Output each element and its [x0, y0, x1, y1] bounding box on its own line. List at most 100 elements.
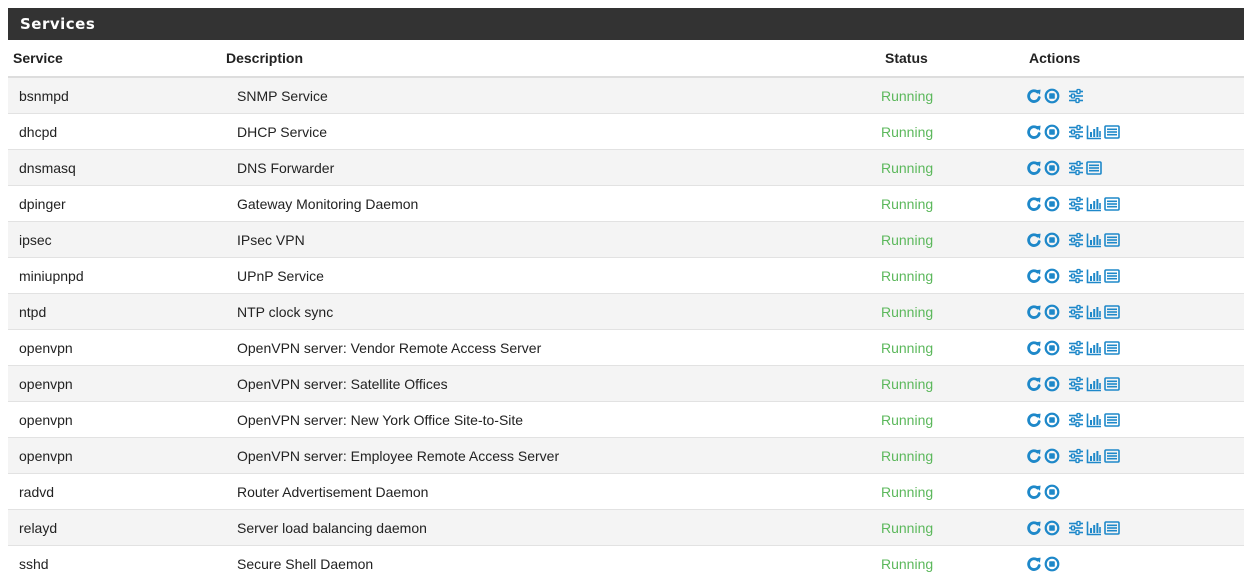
restart-icon[interactable]	[1026, 160, 1042, 176]
status-badge: Running	[880, 546, 1024, 581]
service-name: dpinger	[8, 186, 221, 222]
log-list-icon[interactable]	[1104, 340, 1120, 356]
log-list-icon[interactable]	[1104, 196, 1120, 212]
service-description: Gateway Monitoring Daemon	[221, 186, 880, 222]
stop-icon[interactable]	[1044, 160, 1060, 176]
restart-icon[interactable]	[1026, 124, 1042, 140]
restart-icon[interactable]	[1026, 448, 1042, 464]
stop-icon[interactable]	[1044, 196, 1060, 212]
settings-sliders-icon[interactable]	[1068, 520, 1084, 536]
status-badge: Running	[880, 258, 1024, 294]
table-row: radvd Router Advertisement Daemon Runnin…	[8, 474, 1244, 510]
bar-chart-icon[interactable]	[1086, 268, 1102, 284]
log-list-icon[interactable]	[1104, 124, 1120, 140]
service-description: OpenVPN server: New York Office Site-to-…	[221, 402, 880, 438]
status-badge: Running	[880, 402, 1024, 438]
restart-icon[interactable]	[1026, 376, 1042, 392]
bar-chart-icon[interactable]	[1086, 376, 1102, 392]
settings-sliders-icon[interactable]	[1068, 232, 1084, 248]
actions-cell	[1024, 402, 1244, 438]
restart-icon[interactable]	[1026, 88, 1042, 104]
table-row: bsnmpd SNMP Service Running	[8, 77, 1244, 114]
restart-icon[interactable]	[1026, 484, 1042, 500]
stop-icon[interactable]	[1044, 88, 1060, 104]
settings-sliders-icon[interactable]	[1068, 160, 1084, 176]
settings-sliders-icon[interactable]	[1068, 412, 1084, 428]
service-name: openvpn	[8, 366, 221, 402]
service-name: relayd	[8, 510, 221, 546]
restart-icon[interactable]	[1026, 412, 1042, 428]
service-description: IPsec VPN	[221, 222, 880, 258]
settings-sliders-icon[interactable]	[1068, 124, 1084, 140]
log-list-icon[interactable]	[1104, 268, 1120, 284]
actions-cell	[1024, 438, 1244, 474]
stop-icon[interactable]	[1044, 124, 1060, 140]
service-description: Router Advertisement Daemon	[221, 474, 880, 510]
status-badge: Running	[880, 330, 1024, 366]
settings-sliders-icon[interactable]	[1068, 340, 1084, 356]
stop-icon[interactable]	[1044, 556, 1060, 572]
bar-chart-icon[interactable]	[1086, 340, 1102, 356]
actions-cell	[1024, 366, 1244, 402]
stop-icon[interactable]	[1044, 520, 1060, 536]
service-description: OpenVPN server: Satellite Offices	[221, 366, 880, 402]
log-list-icon[interactable]	[1104, 232, 1120, 248]
service-name: openvpn	[8, 438, 221, 474]
settings-sliders-icon[interactable]	[1068, 196, 1084, 212]
restart-icon[interactable]	[1026, 340, 1042, 356]
service-description: NTP clock sync	[221, 294, 880, 330]
restart-icon[interactable]	[1026, 196, 1042, 212]
bar-chart-icon[interactable]	[1086, 520, 1102, 536]
status-badge: Running	[880, 438, 1024, 474]
service-description: DHCP Service	[221, 114, 880, 150]
log-list-icon[interactable]	[1104, 412, 1120, 428]
bar-chart-icon[interactable]	[1086, 304, 1102, 320]
stop-icon[interactable]	[1044, 268, 1060, 284]
service-description: OpenVPN server: Vendor Remote Access Ser…	[221, 330, 880, 366]
stop-icon[interactable]	[1044, 448, 1060, 464]
status-badge: Running	[880, 114, 1024, 150]
actions-cell	[1024, 546, 1244, 581]
service-name: openvpn	[8, 330, 221, 366]
settings-sliders-icon[interactable]	[1068, 448, 1084, 464]
panel-title: Services	[8, 8, 1244, 40]
settings-sliders-icon[interactable]	[1068, 304, 1084, 320]
stop-icon[interactable]	[1044, 484, 1060, 500]
bar-chart-icon[interactable]	[1086, 196, 1102, 212]
column-header-status: Status	[880, 40, 1024, 77]
actions-cell	[1024, 77, 1244, 114]
stop-icon[interactable]	[1044, 304, 1060, 320]
restart-icon[interactable]	[1026, 556, 1042, 572]
restart-icon[interactable]	[1026, 232, 1042, 248]
status-badge: Running	[880, 77, 1024, 114]
table-row: dpinger Gateway Monitoring Daemon Runnin…	[8, 186, 1244, 222]
service-name: dhcpd	[8, 114, 221, 150]
bar-chart-icon[interactable]	[1086, 448, 1102, 464]
log-list-icon[interactable]	[1086, 160, 1102, 176]
log-list-icon[interactable]	[1104, 448, 1120, 464]
bar-chart-icon[interactable]	[1086, 412, 1102, 428]
log-list-icon[interactable]	[1104, 376, 1120, 392]
actions-cell	[1024, 186, 1244, 222]
bar-chart-icon[interactable]	[1086, 124, 1102, 140]
settings-sliders-icon[interactable]	[1068, 88, 1084, 104]
stop-icon[interactable]	[1044, 376, 1060, 392]
restart-icon[interactable]	[1026, 268, 1042, 284]
restart-icon[interactable]	[1026, 304, 1042, 320]
table-row: ntpd NTP clock sync Running	[8, 294, 1244, 330]
service-description: UPnP Service	[221, 258, 880, 294]
stop-icon[interactable]	[1044, 412, 1060, 428]
settings-sliders-icon[interactable]	[1068, 376, 1084, 392]
stop-icon[interactable]	[1044, 232, 1060, 248]
table-header-row: Service Description Status Actions	[8, 40, 1244, 77]
bar-chart-icon[interactable]	[1086, 232, 1102, 248]
stop-icon[interactable]	[1044, 340, 1060, 356]
log-list-icon[interactable]	[1104, 304, 1120, 320]
service-name: dnsmasq	[8, 150, 221, 186]
restart-icon[interactable]	[1026, 520, 1042, 536]
actions-cell	[1024, 510, 1244, 546]
table-row: dhcpd DHCP Service Running	[8, 114, 1244, 150]
settings-sliders-icon[interactable]	[1068, 268, 1084, 284]
table-row: ipsec IPsec VPN Running	[8, 222, 1244, 258]
log-list-icon[interactable]	[1104, 520, 1120, 536]
